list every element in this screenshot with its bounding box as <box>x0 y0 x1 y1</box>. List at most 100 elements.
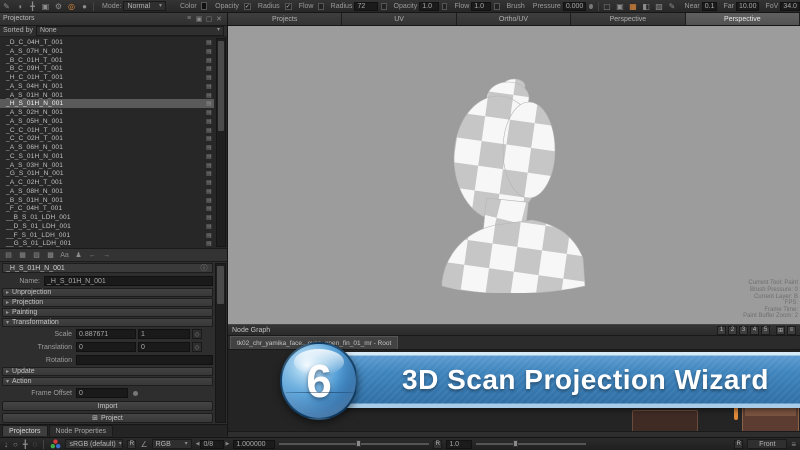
projector-list-item[interactable]: _A_S_08H_N_001 ▤ <box>0 187 214 196</box>
near-field[interactable]: 0.1 <box>702 2 718 11</box>
projector-list-item[interactable]: __D_S_01_LDH_001 ▤ <box>0 222 214 231</box>
textured-view-icon[interactable]: ▦ <box>627 1 640 12</box>
close-panel-icon[interactable]: ✕ <box>214 14 224 23</box>
marquee-circle-icon[interactable]: ◌ <box>33 440 38 449</box>
viewport-tab[interactable]: Ortho/UV <box>457 13 571 25</box>
viewport-tab[interactable]: Projects <box>228 13 342 25</box>
graph-bookmark-button[interactable]: 4 <box>750 326 759 335</box>
flow-field[interactable]: 1.0 <box>471 2 491 11</box>
scale-y-field[interactable]: 1 <box>138 329 190 339</box>
pose-icon[interactable]: ♟ <box>72 250 85 261</box>
panel-tab[interactable]: Node Properties <box>49 425 114 436</box>
next-projector-icon[interactable]: → <box>100 250 113 261</box>
projector-list-item[interactable]: _B_S_01H_N_001 ▤ <box>0 196 214 205</box>
reset-view-button[interactable]: R <box>734 440 743 449</box>
exposure-slider[interactable] <box>279 443 429 445</box>
projector-duplicate-icon[interactable]: ▦ <box>16 250 29 261</box>
info-icon[interactable]: ⓘ <box>199 264 209 273</box>
frame-spinner[interactable]: ◀ 0/8 ▶ <box>196 440 230 449</box>
pan-icon[interactable]: ╋ <box>23 440 28 449</box>
projector-list-item[interactable]: _C_S_01H_N_001 ▤ <box>0 152 214 161</box>
opacity-checkbox[interactable]: ✓ <box>244 3 251 10</box>
projector-list-item[interactable]: _A_C_02H_T_001 ▤ <box>0 178 214 187</box>
lighting-view-icon[interactable]: ◧ <box>640 1 653 12</box>
viewport-tab[interactable]: Perspective <box>686 13 800 25</box>
pick-color-icon[interactable]: ↓ <box>4 440 8 449</box>
project-button[interactable]: ⊞ Project <box>2 413 213 423</box>
projector-list-item[interactable]: __B_S_01_LDH_001 ▤ <box>0 213 214 222</box>
projector-list-item[interactable]: _A_S_04H_N_001 ▤ <box>0 82 214 91</box>
projector-list-item[interactable]: _A_S_07H_N_001 ▤ <box>0 47 214 56</box>
graph-menu-icon[interactable]: ≡ <box>787 326 796 335</box>
projector-list-item[interactable]: _A_S_05H_N_001 ▤ <box>0 117 214 126</box>
projector-list-scrollbar[interactable] <box>216 38 226 247</box>
fov-field[interactable]: 34.0 <box>780 2 800 11</box>
projector-list-item[interactable]: _C_C_02H_T_001 ▤ <box>0 134 214 143</box>
exposure-field[interactable]: 1.000000 <box>233 440 275 449</box>
translation-x-field[interactable]: 0 <box>76 342 136 352</box>
section-header[interactable]: ▾Transformation <box>2 318 213 327</box>
projector-list-item[interactable]: _B_C_09H_T_001 ▤ <box>0 64 214 73</box>
graph-bookmark-button[interactable]: 3 <box>739 326 748 335</box>
wireframe-view-icon[interactable]: ▢ <box>601 1 614 12</box>
flow-checkbox[interactable] <box>318 3 323 10</box>
far-field[interactable]: 10.00 <box>736 2 760 11</box>
projector-list-item[interactable]: __F_S_01_LDH_001 ▤ <box>0 231 214 240</box>
projector-list-item[interactable]: _A_S_02H_N_001 ▤ <box>0 108 214 117</box>
clone-stamp-icon[interactable]: ▣ <box>39 1 52 12</box>
gain-slider[interactable] <box>476 443 586 445</box>
color-picker-icon[interactable] <box>50 439 61 449</box>
grid-snap-icon[interactable]: ⊞ <box>776 326 785 335</box>
section-header[interactable]: ▸Projection <box>2 298 213 307</box>
section-header[interactable]: ▸Painting <box>2 308 213 317</box>
shadow-view-icon[interactable]: ▧ <box>653 1 666 12</box>
projector-list-item[interactable]: _C_C_01H_T_001 ▤ <box>0 126 214 135</box>
gain-reset-button[interactable]: R <box>433 440 442 449</box>
projector-list-item[interactable]: _H_S_01H_N_001 ▤ <box>0 99 214 108</box>
blur-tool-icon[interactable]: ◑ <box>13 1 26 12</box>
view-mode-button[interactable]: Front <box>747 439 787 449</box>
flow-lock-checkbox[interactable] <box>442 3 447 10</box>
spinner-right-icon[interactable]: ▶ <box>225 441 229 447</box>
sorted-by-dropdown[interactable]: None ▾ <box>36 26 224 36</box>
shaded-view-icon[interactable]: ▣ <box>614 1 627 12</box>
projector-list-item[interactable]: _A_S_06H_N_001 ▤ <box>0 143 214 152</box>
paint-brush-icon[interactable]: ✎ <box>0 1 13 12</box>
3d-viewport[interactable]: Current Tool: PaintBrush Pressure: 0Curr… <box>228 26 800 324</box>
scale-x-field[interactable]: 0.887671 <box>76 329 136 339</box>
rotation-field[interactable] <box>76 355 213 365</box>
graph-bookmark-button[interactable]: 5 <box>761 326 770 335</box>
projector-list-item[interactable]: _D_C_04H_T_001 ▤ <box>0 38 214 47</box>
panel-tab[interactable]: Projectors <box>2 425 48 436</box>
colorspace-dropdown[interactable]: sRGB (default) ▾ <box>65 439 123 449</box>
projector-list-item[interactable]: _G_S_01H_N_001 ▤ <box>0 169 214 178</box>
properties-scrollbar[interactable] <box>215 263 226 423</box>
text-size-icon[interactable]: Aa <box>58 250 71 261</box>
float-panel-icon[interactable]: ▢ <box>204 14 214 23</box>
annotate-icon[interactable]: ✎ <box>666 1 679 12</box>
gain-field[interactable]: 1.0 <box>446 440 472 449</box>
graph-bookmark-button[interactable]: 1 <box>717 326 726 335</box>
menu-icon[interactable]: ≡ <box>184 14 194 23</box>
name-field[interactable]: _H_S_01H_N_001 <box>44 276 213 286</box>
scrollbar-thumb[interactable] <box>217 266 224 304</box>
projector-list-item[interactable]: _A_S_01H_N_001 ▤ <box>0 91 214 100</box>
gear-icon[interactable]: ⚙ <box>52 1 65 12</box>
projector-list-item[interactable]: _B_C_01H_T_001 ▤ <box>0 56 214 65</box>
opacity-field[interactable]: 1.0 <box>419 2 439 11</box>
projector-list-item[interactable]: __G_S_01_LDH_001 ▤ <box>0 239 214 248</box>
curve-adjust-icon[interactable]: ∠ <box>140 440 147 449</box>
scale-curve-button[interactable]: ◇ <box>192 329 202 339</box>
lasso-icon[interactable]: ○ <box>13 440 18 449</box>
update-section-header[interactable]: ▸ Update <box>2 367 213 376</box>
viewport-tab[interactable]: UV <box>342 13 456 25</box>
scrollbar-thumb[interactable] <box>218 41 224 131</box>
projector-new-icon[interactable]: ▤ <box>2 250 15 261</box>
spinner-left-icon[interactable]: ◀ <box>196 441 200 447</box>
import-button[interactable]: Import <box>2 401 213 411</box>
overflow-menu-icon[interactable]: ≡ <box>791 440 796 449</box>
graph-node[interactable] <box>742 405 799 433</box>
pin-panel-icon[interactable]: ▣ <box>194 14 204 23</box>
brush-preview-icon[interactable]: ● <box>78 1 91 12</box>
frame-offset-slider-handle[interactable] <box>133 391 138 396</box>
